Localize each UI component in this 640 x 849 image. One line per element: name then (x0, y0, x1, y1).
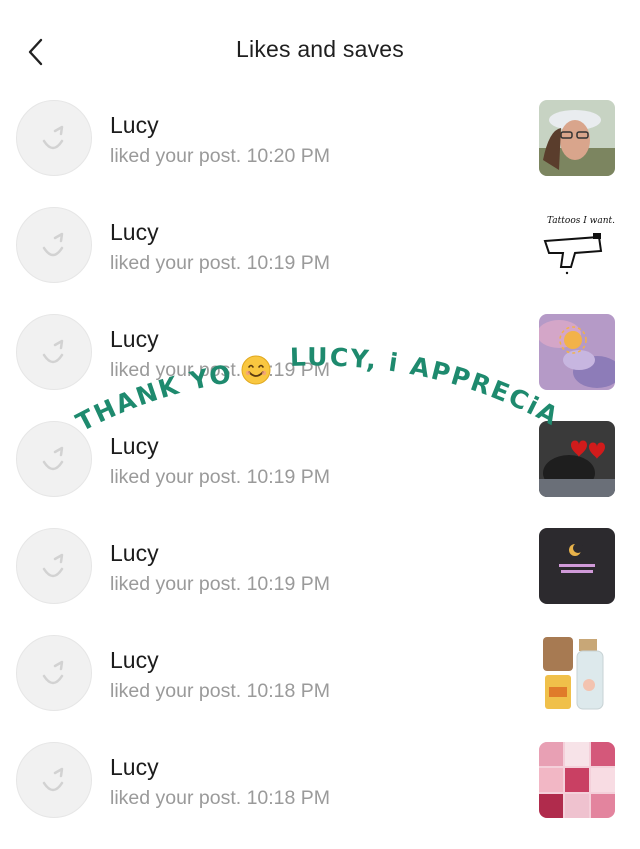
avatar[interactable] (16, 635, 92, 711)
notification-row[interactable]: Lucy liked your post. 10:19 PM (0, 528, 640, 635)
header-bar: Likes and saves (0, 0, 640, 100)
cat-hearts-thumb (539, 421, 615, 497)
avatar[interactable] (16, 207, 92, 283)
smiling-face-emoji (241, 355, 271, 385)
post-thumbnail[interactable] (539, 100, 615, 176)
notification-row[interactable]: Lucy liked your post. 10:18 PM (0, 635, 640, 742)
notification-text: liked your post. 10:19 PM (110, 573, 331, 595)
selfie-thumb (539, 100, 615, 176)
post-thumbnail[interactable] (539, 421, 615, 497)
notification-row[interactable]: Lucy liked your post. 10:19 PM Tattoos I… (0, 207, 640, 314)
default-avatar-icon (42, 767, 64, 792)
tattoo-sketch-thumb: Tattoos I want. (539, 207, 615, 283)
pink-collage-thumb (539, 742, 615, 818)
user-name[interactable]: Lucy (110, 219, 159, 246)
user-name[interactable]: Lucy (110, 112, 159, 139)
user-name[interactable]: Lucy (110, 326, 159, 353)
notification-row[interactable]: Lucy liked your post. 10:19 PM (0, 314, 640, 421)
default-avatar-icon (42, 339, 64, 364)
page-title: Likes and saves (236, 36, 404, 62)
user-name[interactable]: Lucy (110, 647, 159, 674)
svg-text:Tattoos I want.: Tattoos I want. (547, 216, 615, 226)
notification-text: liked your post. 10:19 PM (110, 252, 331, 274)
user-name[interactable]: Lucy (110, 754, 159, 781)
post-thumbnail[interactable] (539, 635, 615, 711)
notification-text: liked your post. 10:18 PM (110, 787, 331, 809)
notification-text: liked your post. 10:20 PM (110, 145, 331, 167)
default-avatar-icon (42, 125, 64, 150)
post-thumbnail[interactable] (539, 742, 615, 818)
avatar[interactable] (16, 314, 92, 390)
tie-dye-shirt-thumb (539, 314, 615, 390)
notification-row[interactable]: Lucy liked your post. 10:19 PM (0, 421, 640, 528)
default-avatar-icon (42, 232, 64, 257)
default-avatar-icon (42, 446, 64, 471)
avatar[interactable] (16, 100, 92, 176)
user-name[interactable]: Lucy (110, 433, 159, 460)
post-thumbnail[interactable] (539, 528, 615, 604)
default-avatar-icon (42, 660, 64, 685)
post-thumbnail[interactable]: Tattoos I want. (539, 207, 615, 283)
notification-text: liked your post. 10:19 PM (110, 359, 331, 381)
avatar[interactable] (16, 742, 92, 818)
default-avatar-icon (42, 553, 64, 578)
notification-row[interactable]: Lucy liked your post. 10:18 PM (0, 742, 640, 849)
notification-text: liked your post. 10:19 PM (110, 466, 331, 488)
dark-moon-thumb (539, 528, 615, 604)
products-thumb (539, 635, 615, 711)
notification-row[interactable]: Lucy liked your post. 10:20 PM (0, 100, 640, 207)
notification-text: liked your post. 10:18 PM (110, 680, 331, 702)
user-name[interactable]: Lucy (110, 540, 159, 567)
post-thumbnail[interactable] (539, 314, 615, 390)
avatar[interactable] (16, 528, 92, 604)
avatar[interactable] (16, 421, 92, 497)
